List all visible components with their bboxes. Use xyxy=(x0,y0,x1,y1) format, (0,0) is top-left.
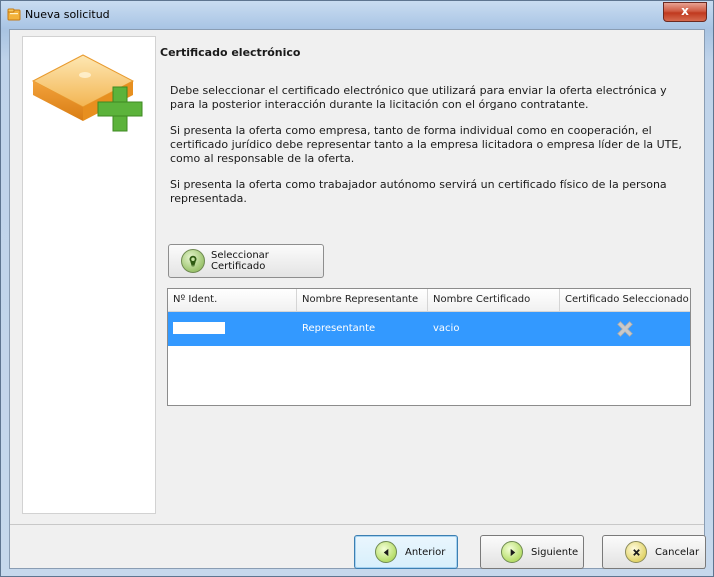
cancel-button[interactable]: Cancelar xyxy=(602,535,706,569)
select-certificate-button[interactable]: Seleccionar Certificado xyxy=(168,244,324,278)
title-bar[interactable]: Nueva solicitud x xyxy=(1,1,713,29)
dialog-content: Certificado electrónico Debe seleccionar… xyxy=(9,29,706,569)
row-id-cell xyxy=(168,312,297,346)
folder-icon xyxy=(7,8,21,21)
new-request-box-icon xyxy=(31,54,143,132)
intro-paragraph: Debe seleccionar el certificado electrón… xyxy=(170,84,667,111)
footer-divider xyxy=(10,524,704,525)
column-header[interactable]: Certificado Seleccionado xyxy=(560,289,690,311)
certificate-table: Nº Ident. Nombre Representante Nombre Ce… xyxy=(167,288,691,406)
window-title: Nueva solicitud xyxy=(25,8,110,21)
redacted-id xyxy=(173,322,225,334)
cancel-button-label: Cancelar xyxy=(655,546,700,558)
table-header: Nº Ident. Nombre Representante Nombre Ce… xyxy=(168,289,690,312)
row-certificate-cell: vacio xyxy=(433,323,460,334)
column-header[interactable]: Nombre Certificado xyxy=(428,289,560,311)
company-paragraph: Si presenta la oferta como empresa, tant… xyxy=(170,124,682,165)
table-row[interactable]: Representante vacio xyxy=(168,312,690,346)
x-mark-icon xyxy=(617,321,633,337)
back-button-label: Anterior xyxy=(405,546,446,558)
next-button-label: Siguiente xyxy=(531,546,579,558)
freelancer-paragraph: Si presenta la oferta como trabajador au… xyxy=(170,178,667,205)
next-button[interactable]: Siguiente xyxy=(480,535,584,569)
close-button[interactable]: x xyxy=(663,2,707,22)
row-representative-cell: Representante xyxy=(302,323,376,334)
back-button[interactable]: Anterior xyxy=(354,535,458,569)
select-certificate-label: Seleccionar Certificado xyxy=(211,250,269,272)
dialog-window: Nueva solicitud x Certificado electrónic… xyxy=(0,0,714,577)
section-title: Certificado electrónico xyxy=(160,46,301,59)
side-panel xyxy=(22,36,156,514)
cancel-x-icon xyxy=(625,541,647,563)
column-header[interactable]: Nº Ident. xyxy=(168,289,297,311)
certificate-icon xyxy=(181,249,205,273)
arrow-left-icon xyxy=(375,541,397,563)
arrow-right-icon xyxy=(501,541,523,563)
column-header[interactable]: Nombre Representante xyxy=(297,289,428,311)
row-selected-cell xyxy=(560,312,690,346)
